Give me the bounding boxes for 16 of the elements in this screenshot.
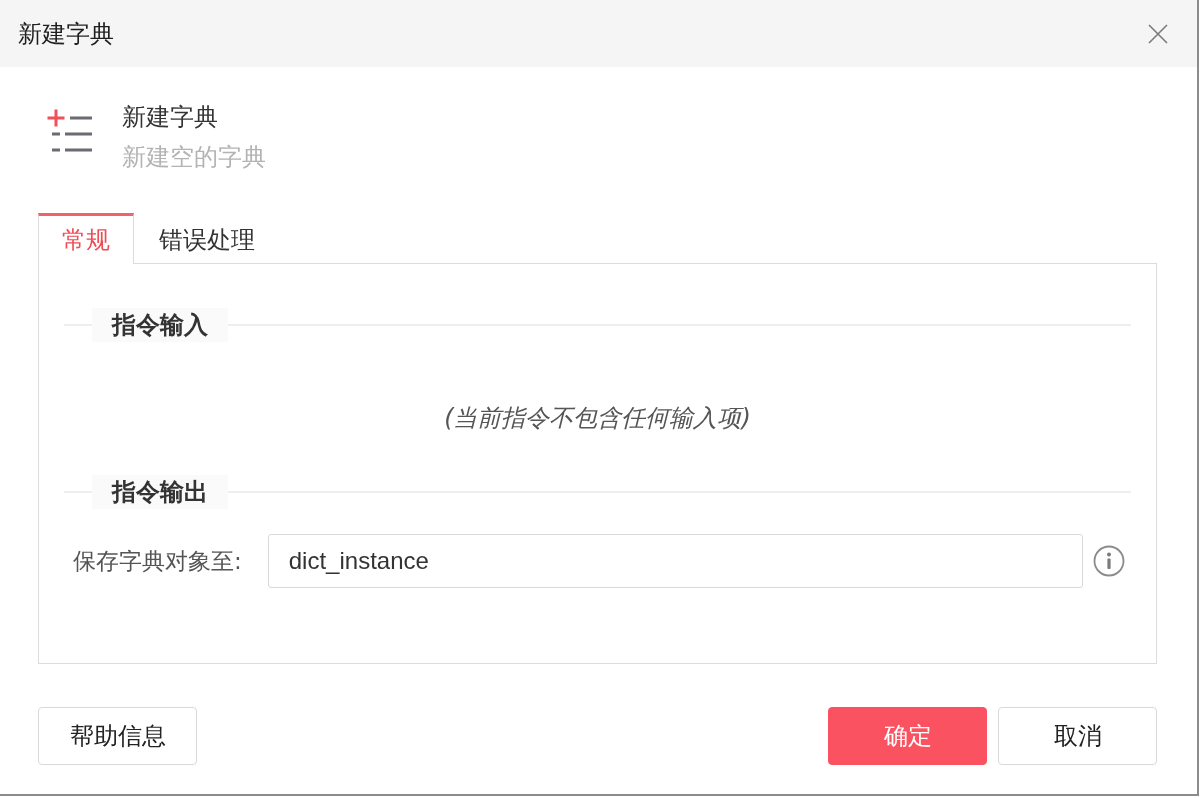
close-icon <box>1148 23 1168 44</box>
help-button[interactable]: 帮助信息 <box>38 707 197 765</box>
cancel-button[interactable]: 取消 <box>998 707 1157 765</box>
section-heading: 指令输入 <box>92 308 228 342</box>
close-button[interactable] <box>1148 23 1168 44</box>
dialog-subtitle: 新建空的字典 <box>122 142 266 173</box>
empty-message: (当前指令不包含任何输入项) <box>444 403 751 434</box>
window-title: 新建字典 <box>18 18 114 50</box>
section-heading: 指令输出 <box>92 475 228 509</box>
dialog-heading: 新建字典 <box>122 102 218 133</box>
field-label: 保存字典对象至: <box>73 546 242 576</box>
tab[interactable]: 常规 <box>38 213 134 264</box>
plus-list-icon <box>46 108 92 152</box>
text-field[interactable]: dict_instance <box>267 534 1083 588</box>
info-icon[interactable] <box>1093 545 1125 577</box>
tab[interactable]: 错误处理 <box>135 213 279 264</box>
